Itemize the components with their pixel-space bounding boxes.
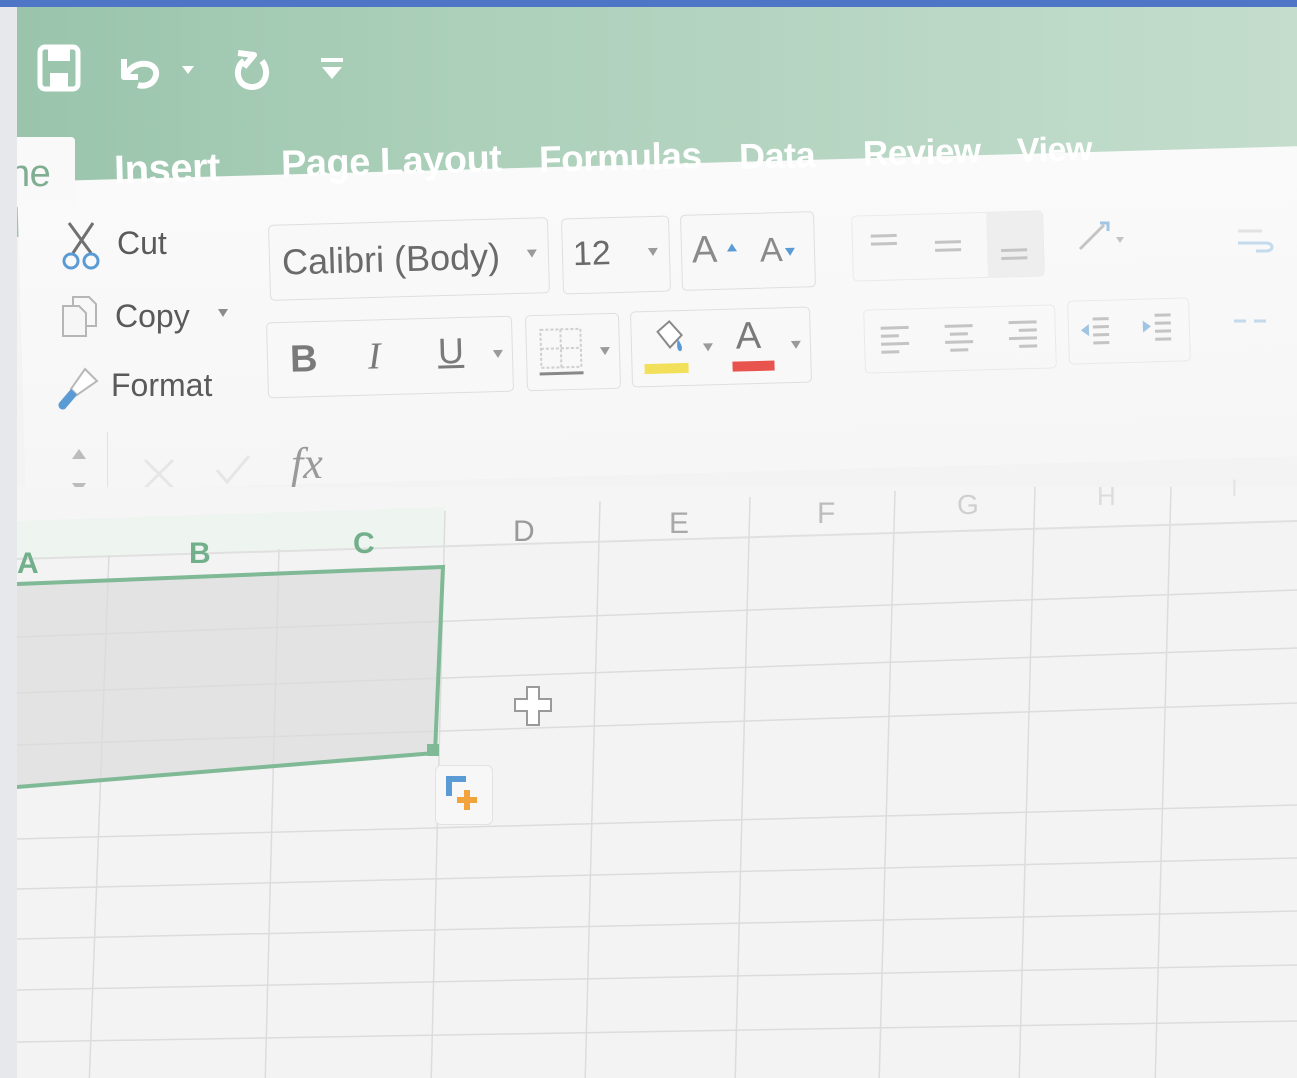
undo-arrow-icon	[121, 59, 159, 89]
fill-color-button[interactable]	[639, 317, 697, 379]
italic-button[interactable]: I	[367, 334, 381, 378]
chevron-down-icon	[647, 247, 658, 256]
font-size-adjust-group: A A	[679, 211, 817, 291]
column-header-d[interactable]: D	[513, 515, 535, 549]
column-header-e[interactable]: E	[669, 507, 689, 541]
column-header-f[interactable]: F	[817, 497, 835, 531]
chevron-down-icon[interactable]	[702, 342, 714, 352]
text-style-group: B I U	[265, 315, 515, 399]
indent-group	[1067, 297, 1191, 365]
underline-button[interactable]: U	[437, 330, 464, 373]
column-header-i[interactable]: I	[1231, 475, 1238, 503]
sheet-grid: A B C D E F G H I	[17, 475, 1297, 1078]
grid-lines	[17, 487, 1297, 1078]
font-name-value: Calibri (Body)	[281, 235, 501, 283]
customize-toolbar-icon	[321, 58, 343, 79]
window-left-strip	[0, 7, 17, 1078]
save-button[interactable]	[35, 42, 83, 94]
insert-function-button[interactable]: fx	[291, 438, 323, 489]
wrap-text-icon[interactable]	[1236, 225, 1276, 255]
align-bottom-icon	[1001, 248, 1028, 261]
window-top-strip	[0, 0, 1297, 7]
quick-analysis-button[interactable]	[435, 765, 493, 825]
font-size-value: 12	[572, 234, 612, 274]
format-painter-button[interactable]: Format	[55, 359, 235, 419]
align-right-icon[interactable]	[1006, 318, 1039, 351]
font-size-dropdown[interactable]: 12	[560, 215, 672, 295]
align-middle-icon[interactable]	[933, 236, 964, 257]
copy-button[interactable]: Copy	[59, 292, 229, 348]
fill-handle[interactable]	[427, 744, 439, 756]
font-color-button[interactable]: A	[727, 314, 779, 375]
merge-icon[interactable]	[1232, 311, 1268, 331]
chevron-down-icon	[182, 66, 194, 74]
decrease-font-size-button[interactable]: A	[759, 222, 810, 273]
floppy-disk-icon	[37, 44, 81, 92]
align-center-icon[interactable]	[943, 322, 976, 355]
quick-analysis-icon	[446, 776, 477, 810]
borders-button[interactable]	[524, 312, 622, 392]
chevron-down-icon	[526, 249, 537, 258]
paintbrush-icon	[58, 367, 99, 410]
column-header-c[interactable]: C	[353, 527, 375, 561]
undo-button[interactable]	[115, 49, 165, 93]
font-color-swatch	[732, 360, 775, 372]
format-label: Format	[111, 367, 213, 403]
cut-button[interactable]: Cut	[61, 219, 191, 273]
column-header-a[interactable]: A	[17, 547, 39, 581]
tab-data[interactable]: Data	[738, 134, 815, 178]
copy-icon	[62, 296, 97, 337]
font-name-dropdown[interactable]: Calibri (Body)	[267, 217, 551, 301]
spinner-up-icon	[72, 449, 86, 459]
column-header-g[interactable]: G	[957, 489, 979, 521]
triangle-up-icon	[727, 243, 738, 252]
increase-font-size-button[interactable]: A	[691, 224, 748, 276]
tab-view[interactable]: View	[1017, 130, 1093, 171]
cut-label: Cut	[117, 225, 167, 261]
horizontal-align-group	[863, 304, 1057, 374]
orientation-icon	[1078, 221, 1124, 251]
tab-page-layout[interactable]: Page Layout	[280, 138, 502, 187]
redo-arrow-icon	[234, 50, 270, 91]
column-header-h[interactable]: H	[1097, 481, 1116, 512]
triangle-down-icon	[784, 247, 795, 256]
paint-bucket-icon	[656, 320, 684, 352]
fill-color-swatch	[644, 362, 689, 375]
borders-icon	[539, 327, 584, 376]
tab-review[interactable]: Review	[862, 131, 981, 174]
excel-window: ne Insert Page Layout Formulas Data Revi…	[17, 7, 1297, 1078]
align-left-icon[interactable]	[879, 323, 912, 356]
color-group: A	[629, 306, 813, 388]
text-orientation-button[interactable]	[1074, 217, 1144, 277]
align-bottom-button[interactable]	[986, 211, 1044, 277]
chevron-down-icon[interactable]	[492, 349, 504, 359]
bold-button[interactable]: B	[289, 338, 318, 382]
tab-insert[interactable]: Insert	[113, 146, 220, 194]
copy-label: Copy	[115, 298, 190, 334]
undo-dropdown[interactable]	[177, 59, 199, 81]
chevron-down-icon[interactable]	[790, 340, 802, 350]
enter-check-icon[interactable]	[213, 452, 253, 488]
tab-formulas[interactable]: Formulas	[538, 135, 702, 181]
customize-toolbar-button[interactable]	[315, 51, 349, 85]
decrease-indent-icon[interactable]	[1079, 315, 1112, 346]
copy-dropdown-icon	[218, 309, 228, 317]
tab-home-label: ne	[17, 153, 51, 195]
vertical-align-group	[851, 210, 1045, 282]
increase-indent-icon[interactable]	[1140, 311, 1173, 342]
alignment-group	[851, 203, 1297, 383]
chevron-down-icon	[599, 346, 610, 356]
cell-cursor-icon	[514, 686, 552, 726]
scissors-icon	[62, 222, 100, 270]
column-header-b[interactable]: B	[189, 537, 211, 571]
redo-button[interactable]	[229, 45, 275, 95]
align-top-icon[interactable]	[869, 231, 900, 252]
